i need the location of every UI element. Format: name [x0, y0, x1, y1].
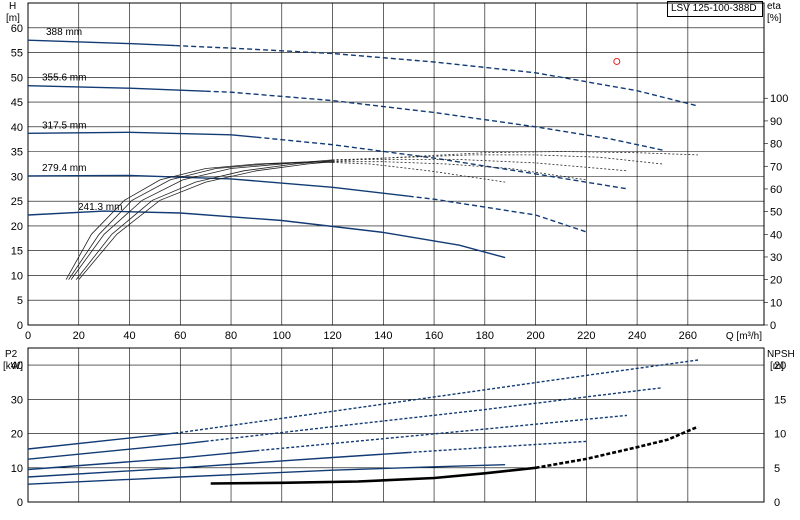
q-x-tick-80: 80 [225, 330, 237, 342]
eta-y-tick-0: 0 [770, 320, 776, 332]
eta-y-tick-50: 50 [770, 207, 782, 219]
power-curve-2-solid [27, 450, 257, 471]
head-axis-unit: [m] [6, 13, 20, 24]
eta-y-tick-70: 70 [770, 161, 782, 173]
q-x-tick-0: 0 [25, 330, 31, 342]
eta-curve-3-solid [68, 161, 333, 280]
head-y-tick-10: 10 [11, 270, 23, 282]
q-x-tick-20: 20 [73, 330, 85, 342]
head-curve-label-3: 279.4 mm [42, 163, 86, 174]
head-curve-label-2: 317.5 mm [42, 120, 86, 131]
q-axis-title: Q [m³/h] [726, 331, 762, 342]
head-y-tick-20: 20 [11, 221, 23, 233]
head-y-tick-50: 50 [11, 72, 23, 84]
head-curve-1-solid [27, 85, 206, 92]
head-curve-label-1: 355.6 mm [42, 73, 86, 84]
npsh-y-tick-5: 5 [774, 463, 780, 475]
power-y-tick-0: 0 [17, 497, 23, 509]
head-y-tick-40: 40 [11, 122, 23, 134]
head-axis-title: H [9, 1, 16, 12]
eta-y-tick-40: 40 [770, 229, 782, 241]
eta-y-tick-80: 80 [770, 139, 782, 151]
head-curve-2-dashed [256, 136, 628, 190]
q-x-tick-120: 120 [323, 330, 341, 342]
eta-y-tick-10: 10 [770, 297, 782, 309]
eta-y-tick-90: 90 [770, 116, 782, 128]
npsh-curve-0-dashed [535, 425, 699, 470]
power-curve-0-dashed [175, 359, 699, 434]
q-x-tick-40: 40 [123, 330, 135, 342]
power-axis-title: P2 [5, 349, 18, 360]
head-y-tick-45: 45 [11, 97, 23, 109]
npsh-y-tick-15: 15 [774, 394, 786, 406]
head-y-tick-15: 15 [11, 246, 23, 258]
eta-y-tick-60: 60 [770, 184, 782, 196]
eta-y-tick-30: 30 [770, 252, 782, 264]
eta-axis-unit: [%] [767, 13, 782, 24]
chart-svg: 0510152025303540455055600102030405060708… [3, 1, 795, 509]
q-x-tick-200: 200 [526, 330, 544, 342]
q-x-tick-100: 100 [273, 330, 291, 342]
head-y-tick-25: 25 [11, 196, 23, 208]
head-y-tick-0: 0 [17, 320, 23, 332]
q-x-tick-60: 60 [174, 330, 186, 342]
power-y-tick-10: 10 [11, 463, 23, 475]
head-plot-frame [27, 2, 765, 326]
npsh-axis-unit: [m] [770, 361, 784, 372]
eta-y-tick-100: 100 [770, 93, 788, 105]
head-curve-label-0: 388 mm [46, 27, 82, 38]
head-y-tick-30: 30 [11, 171, 23, 183]
power-curve-1-solid [27, 440, 206, 460]
power-curve-2-dashed [256, 414, 628, 452]
head-curve-3-dashed [408, 195, 587, 233]
eta-curve-4-solid [65, 161, 333, 280]
power-y-tick-30: 30 [11, 394, 23, 406]
head-curve-0-solid [27, 39, 176, 47]
q-x-tick-180: 180 [476, 330, 494, 342]
npsh-y-tick-10: 10 [774, 429, 786, 441]
head-curve-2-solid [27, 131, 257, 138]
head-y-tick-35: 35 [11, 147, 23, 159]
head-curve-label-4: 241.3 mm [78, 202, 122, 213]
head-y-tick-55: 55 [11, 48, 23, 60]
q-x-tick-240: 240 [628, 330, 646, 342]
npsh-curve-0-solid [210, 466, 536, 485]
power-curve-3-dashed [408, 440, 587, 454]
eta-curve-3-dashed [332, 161, 587, 181]
pump-curve-chart: LSV 125-100-388D 0 5 10 15 20 25 30 35 40 45 50 55 6… [0, 0, 800, 520]
npsh-axis-title: NPSH [767, 349, 795, 360]
eta-y-tick-20: 20 [770, 275, 782, 287]
head-y-tick-5: 5 [17, 295, 23, 307]
head-y-tick-60: 60 [11, 23, 23, 35]
q-x-tick-260: 260 [679, 330, 697, 342]
q-x-tick-140: 140 [374, 330, 392, 342]
eta-axis-title: eta [767, 1, 781, 12]
q-x-tick-220: 220 [577, 330, 595, 342]
npsh-y-tick-0: 0 [774, 497, 780, 509]
head-curve-0-dashed [175, 44, 699, 107]
operating-point-marker [613, 57, 621, 65]
power-y-tick-20: 20 [11, 429, 23, 441]
power-axis-unit: [kW] [3, 361, 23, 372]
q-x-tick-160: 160 [425, 330, 443, 342]
eta-curve-0-dashed [332, 151, 699, 163]
head-curve-3-solid [27, 174, 409, 197]
